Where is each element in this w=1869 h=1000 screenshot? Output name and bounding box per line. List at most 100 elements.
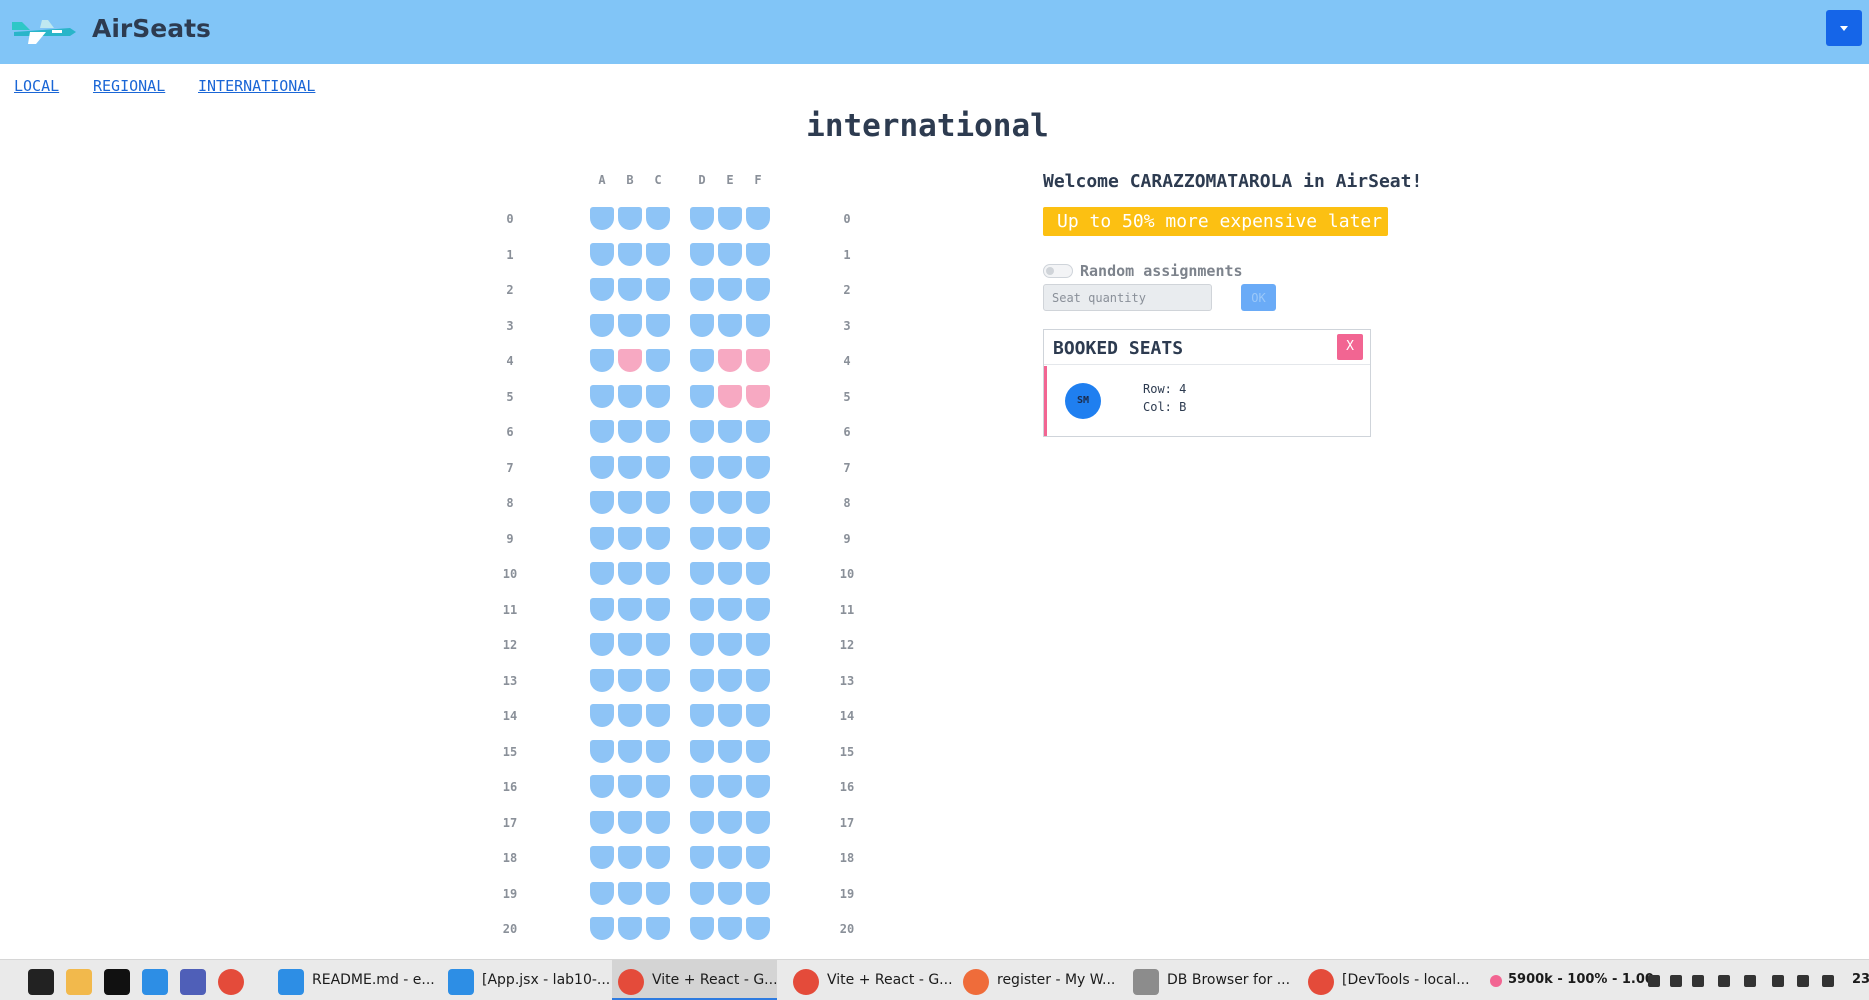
seat-11e[interactable] [718,597,742,621]
seat-13a[interactable] [590,668,614,692]
seat-16e[interactable] [718,775,742,798]
task-vite-react[interactable]: Vite + React - G... [787,960,953,1000]
ok-button[interactable]: OK [1241,284,1276,311]
seat-7d[interactable] [690,455,714,479]
nav-international-link[interactable]: INTERNATIONAL [198,77,315,95]
seat-6c[interactable] [646,420,670,443]
seat-14a[interactable] [590,704,614,727]
wifi-icon[interactable] [1772,975,1784,987]
seat-4b[interactable] [618,349,642,372]
seat-7b[interactable] [618,455,642,479]
seat-15b[interactable] [618,739,642,763]
seat-12f[interactable] [746,633,770,656]
seat-6f[interactable] [746,420,770,443]
seat-13e[interactable] [718,668,742,692]
seat-7c[interactable] [646,455,670,479]
seat-2a[interactable] [590,278,614,301]
seat-14f[interactable] [746,704,770,727]
printer-icon[interactable] [1718,975,1730,987]
seat-2b[interactable] [618,278,642,301]
seat-20c[interactable] [646,917,670,940]
task-readme[interactable]: README.md - e... [272,960,435,1000]
seat-3d[interactable] [690,313,714,337]
seat-4a[interactable] [590,349,614,372]
seat-1b[interactable] [618,242,642,266]
seat-13f[interactable] [746,668,770,692]
seat-18b[interactable] [618,846,642,869]
seat-5b[interactable] [618,384,642,408]
seat-14e[interactable] [718,704,742,727]
seat-19f[interactable] [746,881,770,905]
mail-icon[interactable] [180,969,206,995]
seat-20e[interactable] [718,917,742,940]
seat-16f[interactable] [746,775,770,798]
seat-3c[interactable] [646,313,670,337]
seat-16d[interactable] [690,775,714,798]
seat-6d[interactable] [690,420,714,443]
seat-3e[interactable] [718,313,742,337]
seat-9e[interactable] [718,526,742,550]
seat-9f[interactable] [746,526,770,550]
seat-10c[interactable] [646,562,670,585]
battery-icon[interactable] [1822,975,1834,987]
seat-18a[interactable] [590,846,614,869]
seat-11d[interactable] [690,597,714,621]
shield-icon[interactable] [1692,975,1704,987]
seat-2f[interactable] [746,278,770,301]
seat-1e[interactable] [718,242,742,266]
seat-7a[interactable] [590,455,614,479]
seat-19d[interactable] [690,881,714,905]
seat-8d[interactable] [690,491,714,514]
seat-16a[interactable] [590,775,614,798]
seat-20d[interactable] [690,917,714,940]
seat-4d[interactable] [690,349,714,372]
user-icon[interactable] [1744,975,1756,987]
seat-13c[interactable] [646,668,670,692]
seat-8e[interactable] [718,491,742,514]
seat-1d[interactable] [690,242,714,266]
seat-8a[interactable] [590,491,614,514]
seat-3f[interactable] [746,313,770,337]
seat-4c[interactable] [646,349,670,372]
seat-4e[interactable] [718,349,742,372]
seat-11b[interactable] [618,597,642,621]
redshift-icon[interactable] [1490,975,1502,987]
seat-6a[interactable] [590,420,614,443]
seat-0e[interactable] [718,207,742,230]
seat-2c[interactable] [646,278,670,301]
task-vite-react-active[interactable]: Vite + React - G... [612,960,778,1000]
seat-18d[interactable] [690,846,714,869]
seat-12c[interactable] [646,633,670,656]
seat-8c[interactable] [646,491,670,514]
nav-local-link[interactable]: LOCAL [14,77,59,95]
seat-10b[interactable] [618,562,642,585]
seat-12d[interactable] [690,633,714,656]
seat-2e[interactable] [718,278,742,301]
seat-6e[interactable] [718,420,742,443]
task-register[interactable]: register - My W... [957,960,1117,1000]
seat-8f[interactable] [746,491,770,514]
seat-11a[interactable] [590,597,614,621]
seat-8b[interactable] [618,491,642,514]
terminal-icon[interactable] [28,969,54,995]
seat-0b[interactable] [618,207,642,230]
seat-12e[interactable] [718,633,742,656]
seat-3a[interactable] [590,313,614,337]
task-db-browser[interactable]: DB Browser for ... [1127,960,1290,1000]
task-devtools[interactable]: [DevTools - local... [1302,960,1472,1000]
seat-19e[interactable] [718,881,742,905]
seat-20f[interactable] [746,917,770,940]
seat-17a[interactable] [590,810,614,834]
seat-15c[interactable] [646,739,670,763]
seat-16c[interactable] [646,775,670,798]
seat-10d[interactable] [690,562,714,585]
seat-9c[interactable] [646,526,670,550]
seat-15e[interactable] [718,739,742,763]
seat-9b[interactable] [618,526,642,550]
vscode-icon[interactable] [142,969,168,995]
seat-1c[interactable] [646,242,670,266]
folder-icon[interactable] [66,969,92,995]
seat-11f[interactable] [746,597,770,621]
seat-19c[interactable] [646,881,670,905]
seat-0a[interactable] [590,207,614,230]
